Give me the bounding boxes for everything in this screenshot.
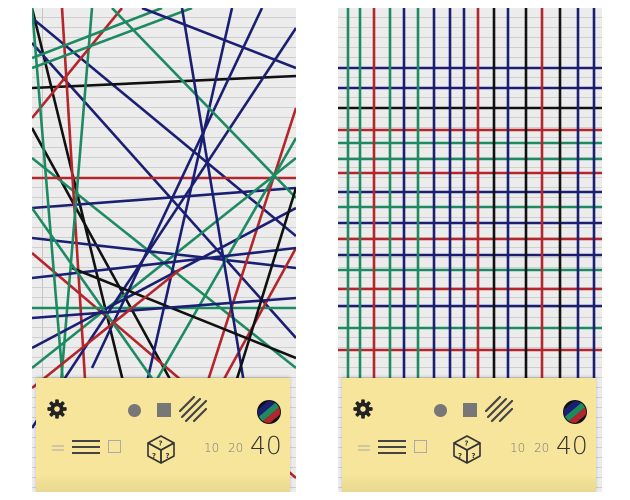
- circle-icon[interactable]: [434, 404, 447, 417]
- hatch-icon[interactable]: [178, 395, 208, 423]
- svg-text:?: ?: [465, 440, 469, 448]
- triple-lines-icon[interactable]: [378, 438, 406, 456]
- control-panel: ? ? ? 10 20 40: [342, 378, 596, 492]
- count-40-option[interactable]: 40: [556, 433, 588, 458]
- square-icon[interactable]: [463, 403, 477, 417]
- gear-icon[interactable]: [352, 398, 374, 420]
- svg-text:?: ?: [472, 452, 476, 460]
- circle-icon[interactable]: [128, 404, 141, 417]
- count-10-option[interactable]: 10: [510, 442, 525, 454]
- control-panel: ? ? ? 10 20 40: [36, 378, 290, 492]
- count-20-option[interactable]: 20: [534, 442, 549, 454]
- drawn-line: [141, 8, 296, 70]
- svg-text:?: ?: [152, 452, 156, 460]
- app-screen-grid: ? ? ? 10 20 40: [338, 8, 602, 492]
- svg-text:?: ?: [166, 452, 170, 460]
- thin-lines-icon[interactable]: [52, 443, 64, 453]
- square-icon[interactable]: [157, 403, 171, 417]
- count-40-option[interactable]: 40: [250, 433, 282, 458]
- app-screen-random: ? ? ? 10 20 40: [32, 8, 296, 492]
- svg-text:?: ?: [458, 452, 462, 460]
- count-10-option[interactable]: 10: [204, 442, 219, 454]
- dice-icon[interactable]: ? ? ?: [146, 434, 176, 464]
- palette-icon[interactable]: [562, 399, 588, 425]
- palette-icon[interactable]: [256, 399, 282, 425]
- svg-text:?: ?: [159, 440, 163, 448]
- empty-square-icon[interactable]: [108, 440, 121, 453]
- gear-icon[interactable]: [46, 398, 68, 420]
- triple-lines-icon[interactable]: [72, 438, 100, 456]
- hatch-icon[interactable]: [484, 395, 514, 423]
- dice-icon[interactable]: ? ? ?: [452, 434, 482, 464]
- thin-lines-icon[interactable]: [358, 443, 370, 453]
- count-20-option[interactable]: 20: [228, 442, 243, 454]
- drawn-line: [32, 16, 296, 238]
- empty-square-icon[interactable]: [414, 440, 427, 453]
